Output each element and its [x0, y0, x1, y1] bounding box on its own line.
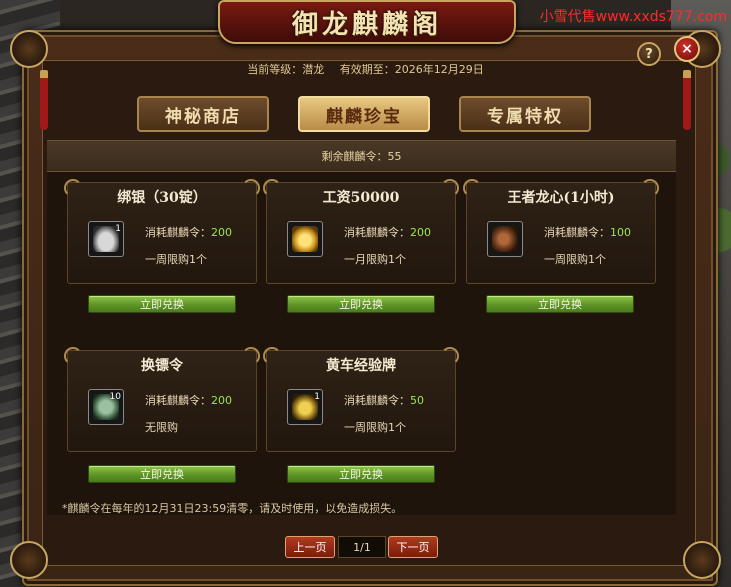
question-icon: ?	[645, 46, 653, 62]
level-info: 当前等级：潜龙	[247, 63, 324, 76]
cost-value: 200	[410, 226, 431, 239]
window-title: 御龙麒麟阁	[291, 9, 442, 40]
expire-label: 有效期至：	[339, 63, 395, 76]
redeem-button[interactable]: 立即兑换	[88, 465, 236, 483]
item-count: 10	[109, 392, 121, 402]
item-card-salary: 工资50000 消耗麒麟令：200 一月限购1个	[263, 179, 459, 284]
title-banner: 御龙麒麟阁	[218, 0, 516, 44]
purchase-limit: 无限购	[145, 421, 178, 434]
item-count: 1	[314, 392, 320, 402]
remaining-label: 剩余麒麟令：	[321, 150, 388, 163]
item-slot[interactable]	[287, 221, 323, 257]
dragon-heart-icon	[492, 226, 518, 252]
item-name: 换镖令	[141, 358, 183, 374]
tab-label: 专属特权	[487, 106, 563, 127]
cost-value: 100	[610, 226, 631, 239]
item-cost: 消耗麒麟令：200	[344, 224, 431, 240]
item-cost: 消耗麒麟令：200	[145, 224, 232, 240]
item-card-escort-token: 换镖令 10 消耗麒麟令：200 无限购	[64, 347, 260, 452]
expire-value: 2026年12月29日	[394, 63, 484, 76]
cost-label: 消耗麒麟令：	[344, 226, 410, 239]
item-card-dragon-heart: 王者龙心(1小时) 消耗麒麟令：100 一周限购1个	[463, 179, 659, 284]
cost-label: 消耗麒麟令：	[344, 394, 410, 407]
cost-label: 消耗麒麟令：	[544, 226, 610, 239]
tassel-decoration	[683, 70, 691, 130]
purchase-limit: 一周限购1个	[544, 253, 606, 266]
tab-label: 神秘商店	[165, 106, 241, 127]
item-slot[interactable]	[487, 221, 523, 257]
gold-treasure-icon	[292, 226, 318, 252]
token-reset-note: *麒麟令在每年的12月31日23:59清零，请及时使用，以免造成损失。	[62, 502, 403, 515]
item-card-silver: 绑银（30锭） 1 消耗麒麟令：200 一周限购1个	[64, 179, 260, 284]
prev-page-button[interactable]: 上一页	[285, 536, 335, 558]
redeem-button[interactable]: 立即兑换	[287, 465, 435, 483]
close-button[interactable]: ×	[674, 36, 700, 62]
page-indicator: 1/1	[338, 536, 386, 558]
level-value: 潜龙	[302, 63, 325, 76]
purchase-limit: 一月限购1个	[344, 253, 406, 266]
expire-info: 有效期至：2026年12月29日	[340, 63, 484, 76]
tab-label: 麒麟珍宝	[326, 106, 402, 127]
item-cost: 消耗麒麟令：100	[544, 224, 631, 240]
item-card-yellow-cart: 黄车经验牌 1 消耗麒麟令：50 一周限购1个	[263, 347, 459, 452]
item-slot[interactable]: 10	[88, 389, 124, 425]
redeem-button[interactable]: 立即兑换	[486, 295, 634, 313]
status-info: 当前等级：潜龙 有效期至：2026年12月29日	[0, 61, 731, 77]
item-slot[interactable]: 1	[287, 389, 323, 425]
next-page-button[interactable]: 下一页	[388, 536, 438, 558]
close-icon: ×	[681, 41, 693, 57]
remaining-value: 55	[387, 149, 402, 163]
item-cost: 消耗麒麟令：50	[344, 392, 424, 408]
level-label: 当前等级：	[247, 63, 303, 76]
item-name: 工资50000	[322, 190, 400, 206]
redeem-button[interactable]: 立即兑换	[88, 295, 236, 313]
corner-ornament	[10, 541, 48, 579]
item-name: 王者龙心(1小时)	[507, 190, 615, 206]
tab-exclusive-privilege[interactable]: 专属特权	[459, 96, 591, 132]
cost-value: 200	[211, 226, 232, 239]
item-name: 黄车经验牌	[326, 358, 396, 374]
tassel-decoration	[40, 70, 48, 130]
cost-label: 消耗麒麟令：	[145, 394, 211, 407]
watermark-text: 小雪代售www.xxds777.com	[539, 9, 727, 25]
item-slot[interactable]: 1	[88, 221, 124, 257]
cost-value: 200	[211, 394, 232, 407]
redeem-button[interactable]: 立即兑换	[287, 295, 435, 313]
item-count: 1	[115, 224, 121, 234]
corner-ornament	[683, 541, 721, 579]
cost-label: 消耗麒麟令：	[145, 226, 211, 239]
tab-mystery-shop[interactable]: 神秘商店	[137, 96, 269, 132]
item-name: 绑银（30锭）	[117, 190, 207, 206]
remaining-tokens-bar: 剩余麒麟令： 55	[47, 140, 676, 172]
purchase-limit: 一周限购1个	[344, 421, 406, 434]
item-cost: 消耗麒麟令：200	[145, 392, 232, 408]
purchase-limit: 一周限购1个	[145, 253, 207, 266]
cost-value: 50	[410, 394, 424, 407]
tab-qilin-treasure[interactable]: 麒麟珍宝	[298, 96, 430, 132]
